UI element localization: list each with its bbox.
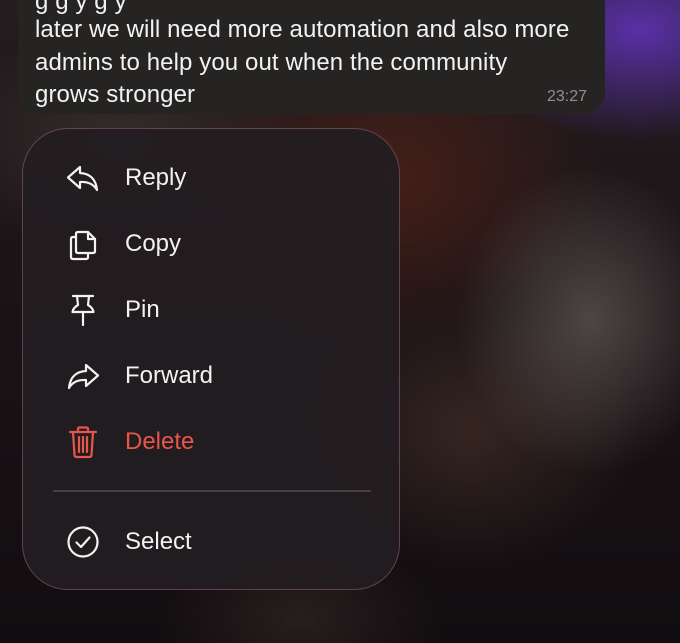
message-text-line: admins to help you out when the communit… <box>35 49 508 76</box>
pin-icon <box>65 292 101 328</box>
menu-item-reply[interactable]: Reply <box>23 148 399 208</box>
menu-item-label: Pin <box>125 296 160 323</box>
menu-item-copy[interactable]: Copy <box>23 214 399 274</box>
message-text-line: later we will need more automation and a… <box>35 16 570 43</box>
message-context-menu: Reply Copy Pin Forward Delete Select <box>22 128 400 590</box>
message-bubble[interactable]: g g y g y later we will need more automa… <box>18 0 605 114</box>
copy-icon <box>65 226 101 262</box>
menu-item-label: Select <box>125 528 192 555</box>
forward-icon <box>65 358 101 394</box>
menu-item-pin[interactable]: Pin <box>23 280 399 340</box>
menu-item-label: Reply <box>125 164 187 191</box>
menu-item-select[interactable]: Select <box>23 512 399 572</box>
menu-item-forward[interactable]: Forward <box>23 346 399 406</box>
message-timestamp: 23:27 <box>546 88 587 105</box>
checkmark-circle-icon <box>65 524 101 560</box>
message-text-line: g g y g y <box>35 0 127 15</box>
menu-item-label: Delete <box>125 428 195 455</box>
reply-icon <box>65 160 101 196</box>
menu-item-label: Copy <box>125 230 182 257</box>
trash-icon <box>65 424 101 460</box>
menu-divider <box>53 490 371 492</box>
message-text-line: grows stronger <box>35 81 196 108</box>
menu-item-delete[interactable]: Delete <box>23 412 399 472</box>
menu-item-label: Forward <box>125 362 214 389</box>
